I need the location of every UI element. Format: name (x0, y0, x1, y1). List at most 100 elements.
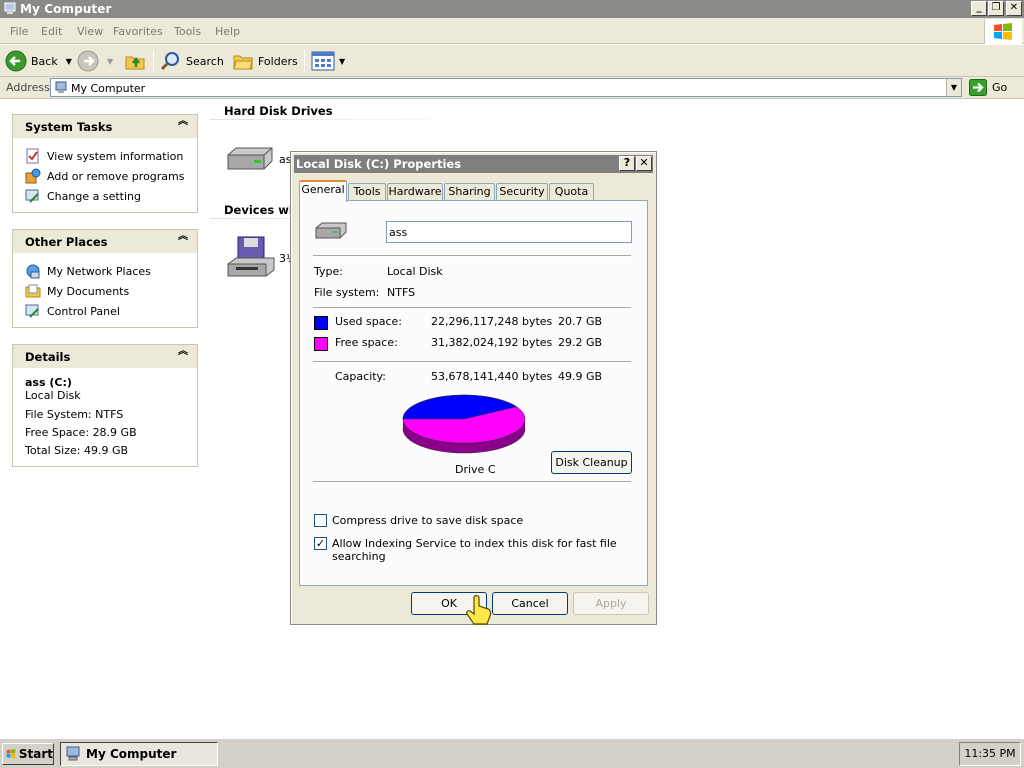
file-system-value: NTFS (387, 286, 416, 299)
back-dropdown-icon[interactable]: ▼ (66, 57, 72, 66)
cancel-button[interactable]: Cancel (492, 592, 568, 615)
task-label: Add or remove programs (47, 169, 185, 183)
forward-arrow-icon (77, 50, 99, 72)
go-arrow-icon (969, 79, 987, 96)
place-my-documents[interactable]: My Documents (25, 281, 185, 301)
address-dropdown-icon[interactable]: ▼ (946, 79, 961, 96)
drive-name-input[interactable] (386, 221, 632, 243)
my-computer-icon (4, 2, 16, 14)
close-button[interactable]: ✕ (1006, 1, 1022, 16)
menu-edit[interactable]: Edit (41, 25, 62, 38)
hand-cursor-icon (466, 595, 492, 625)
menu-file[interactable]: File (10, 25, 28, 38)
forward-dropdown-icon[interactable]: ▼ (107, 57, 113, 66)
task-change-a-setting[interactable]: Change a setting (25, 186, 185, 206)
details-header[interactable]: Details ︽ (13, 345, 197, 368)
views-dropdown-icon[interactable]: ▼ (339, 57, 345, 66)
help-button[interactable]: ? (619, 156, 635, 171)
folders-label: Folders (258, 54, 298, 68)
dialog-close-button[interactable]: ✕ (636, 156, 652, 171)
capacity-bytes: 53,678,141,440 bytes (431, 370, 553, 383)
other-places-header[interactable]: Other Places ︽ (13, 230, 197, 253)
tab-sharing[interactable]: Sharing (444, 183, 495, 201)
place-label: My Network Places (47, 264, 151, 278)
back-button[interactable]: Back ▼ (5, 49, 72, 73)
used-space-gb: 20.7 GB (558, 315, 603, 328)
menu-help[interactable]: Help (215, 25, 240, 38)
hard-drive-icon[interactable] (224, 145, 276, 175)
add-remove-programs-icon (25, 168, 41, 184)
place-my-network-places[interactable]: My Network Places (25, 261, 185, 281)
address-field[interactable]: My Computer ▼ (50, 78, 962, 97)
dialog-title: Local Disk (C:) Properties (296, 157, 462, 171)
taskbar-button-label: My Computer (86, 747, 177, 761)
task-view-system-information[interactable]: View system information (25, 146, 185, 166)
details-drive-name: ass (C:) (25, 376, 72, 389)
place-label: My Documents (47, 284, 130, 298)
tab-tools[interactable]: Tools (348, 183, 386, 201)
indexing-checkbox[interactable]: ✓ (314, 537, 327, 550)
apply-button[interactable]: Apply (573, 592, 649, 615)
folders-button[interactable]: Folders (232, 49, 298, 73)
task-add-remove-programs[interactable]: Add or remove programs (25, 166, 185, 186)
views-icon (311, 51, 335, 71)
system-tasks-header[interactable]: System Tasks ︽ (13, 115, 197, 138)
taskbar: Start My Computer 11:35 PM (0, 738, 1024, 768)
collapse-chevron-icon[interactable]: ︽ (178, 117, 188, 127)
start-button[interactable]: Start (2, 743, 54, 765)
separator (313, 255, 631, 257)
minimize-button[interactable]: _ (971, 1, 987, 16)
dialog-titlebar: Local Disk (C:) Properties ? ✕ (294, 155, 653, 173)
separator (313, 481, 631, 483)
floppy-drive-icon[interactable] (226, 236, 276, 282)
restore-button[interactable]: ❐ (988, 1, 1004, 16)
windows-logo-icon (984, 19, 1022, 44)
details-drive-type: Local Disk (25, 389, 81, 402)
menu-favorites[interactable]: Favorites (113, 25, 163, 38)
menu-view[interactable]: View (77, 25, 103, 38)
collapse-chevron-icon[interactable]: ︽ (178, 347, 188, 357)
address-value: My Computer (71, 82, 146, 95)
other-places-title: Other Places (25, 235, 108, 249)
indexing-label: Allow Indexing Service to index this dis… (332, 537, 617, 563)
control-panel-icon (25, 304, 39, 318)
views-button[interactable]: ▼ (311, 49, 345, 73)
details-total-size: Total Size: 49.9 GB (25, 444, 129, 457)
my-computer-icon (66, 746, 80, 761)
back-arrow-icon (5, 50, 27, 72)
back-label: Back (31, 54, 58, 68)
toolbar-separator (304, 50, 305, 72)
compress-label: Compress drive to save disk space (332, 514, 524, 527)
up-folder-button[interactable] (124, 49, 146, 73)
my-computer-icon (55, 81, 67, 93)
drive-caption: Drive C (455, 463, 496, 476)
toolbar-separator (153, 50, 154, 72)
separator (313, 361, 631, 363)
hard-disk-drives-header: Hard Disk Drives (224, 104, 333, 118)
drive-properties-dialog: Local Disk (C:) Properties ? ✕ General T… (290, 151, 657, 625)
menu-bar: File Edit View Favorites Tools Help (0, 18, 1024, 44)
used-space-label: Used space: (335, 315, 403, 328)
place-control-panel[interactable]: Control Panel (25, 301, 185, 321)
go-label: Go (992, 81, 1008, 94)
separator (313, 307, 631, 309)
details-title: Details (25, 350, 71, 364)
place-label: Control Panel (47, 304, 120, 318)
disk-cleanup-button[interactable]: Disk Cleanup (551, 451, 632, 474)
address-bar: Address My Computer ▼ Go (0, 77, 1024, 99)
taskbar-button-my-computer[interactable]: My Computer (60, 742, 218, 766)
go-button[interactable]: Go (969, 79, 1007, 96)
tab-general[interactable]: General (299, 180, 347, 202)
menu-tools[interactable]: Tools (174, 25, 201, 38)
collapse-chevron-icon[interactable]: ︽ (178, 232, 188, 242)
free-space-label: Free space: (335, 336, 398, 349)
system-info-icon (26, 148, 39, 164)
task-label: View system information (47, 149, 184, 163)
type-label: Type: (314, 265, 343, 278)
tab-hardware[interactable]: Hardware (387, 183, 443, 201)
forward-button[interactable]: ▼ (77, 49, 113, 73)
tab-quota[interactable]: Quota (549, 183, 594, 201)
tab-security[interactable]: Security (496, 183, 548, 201)
compress-checkbox[interactable] (314, 514, 327, 527)
search-button[interactable]: Search (160, 49, 224, 73)
